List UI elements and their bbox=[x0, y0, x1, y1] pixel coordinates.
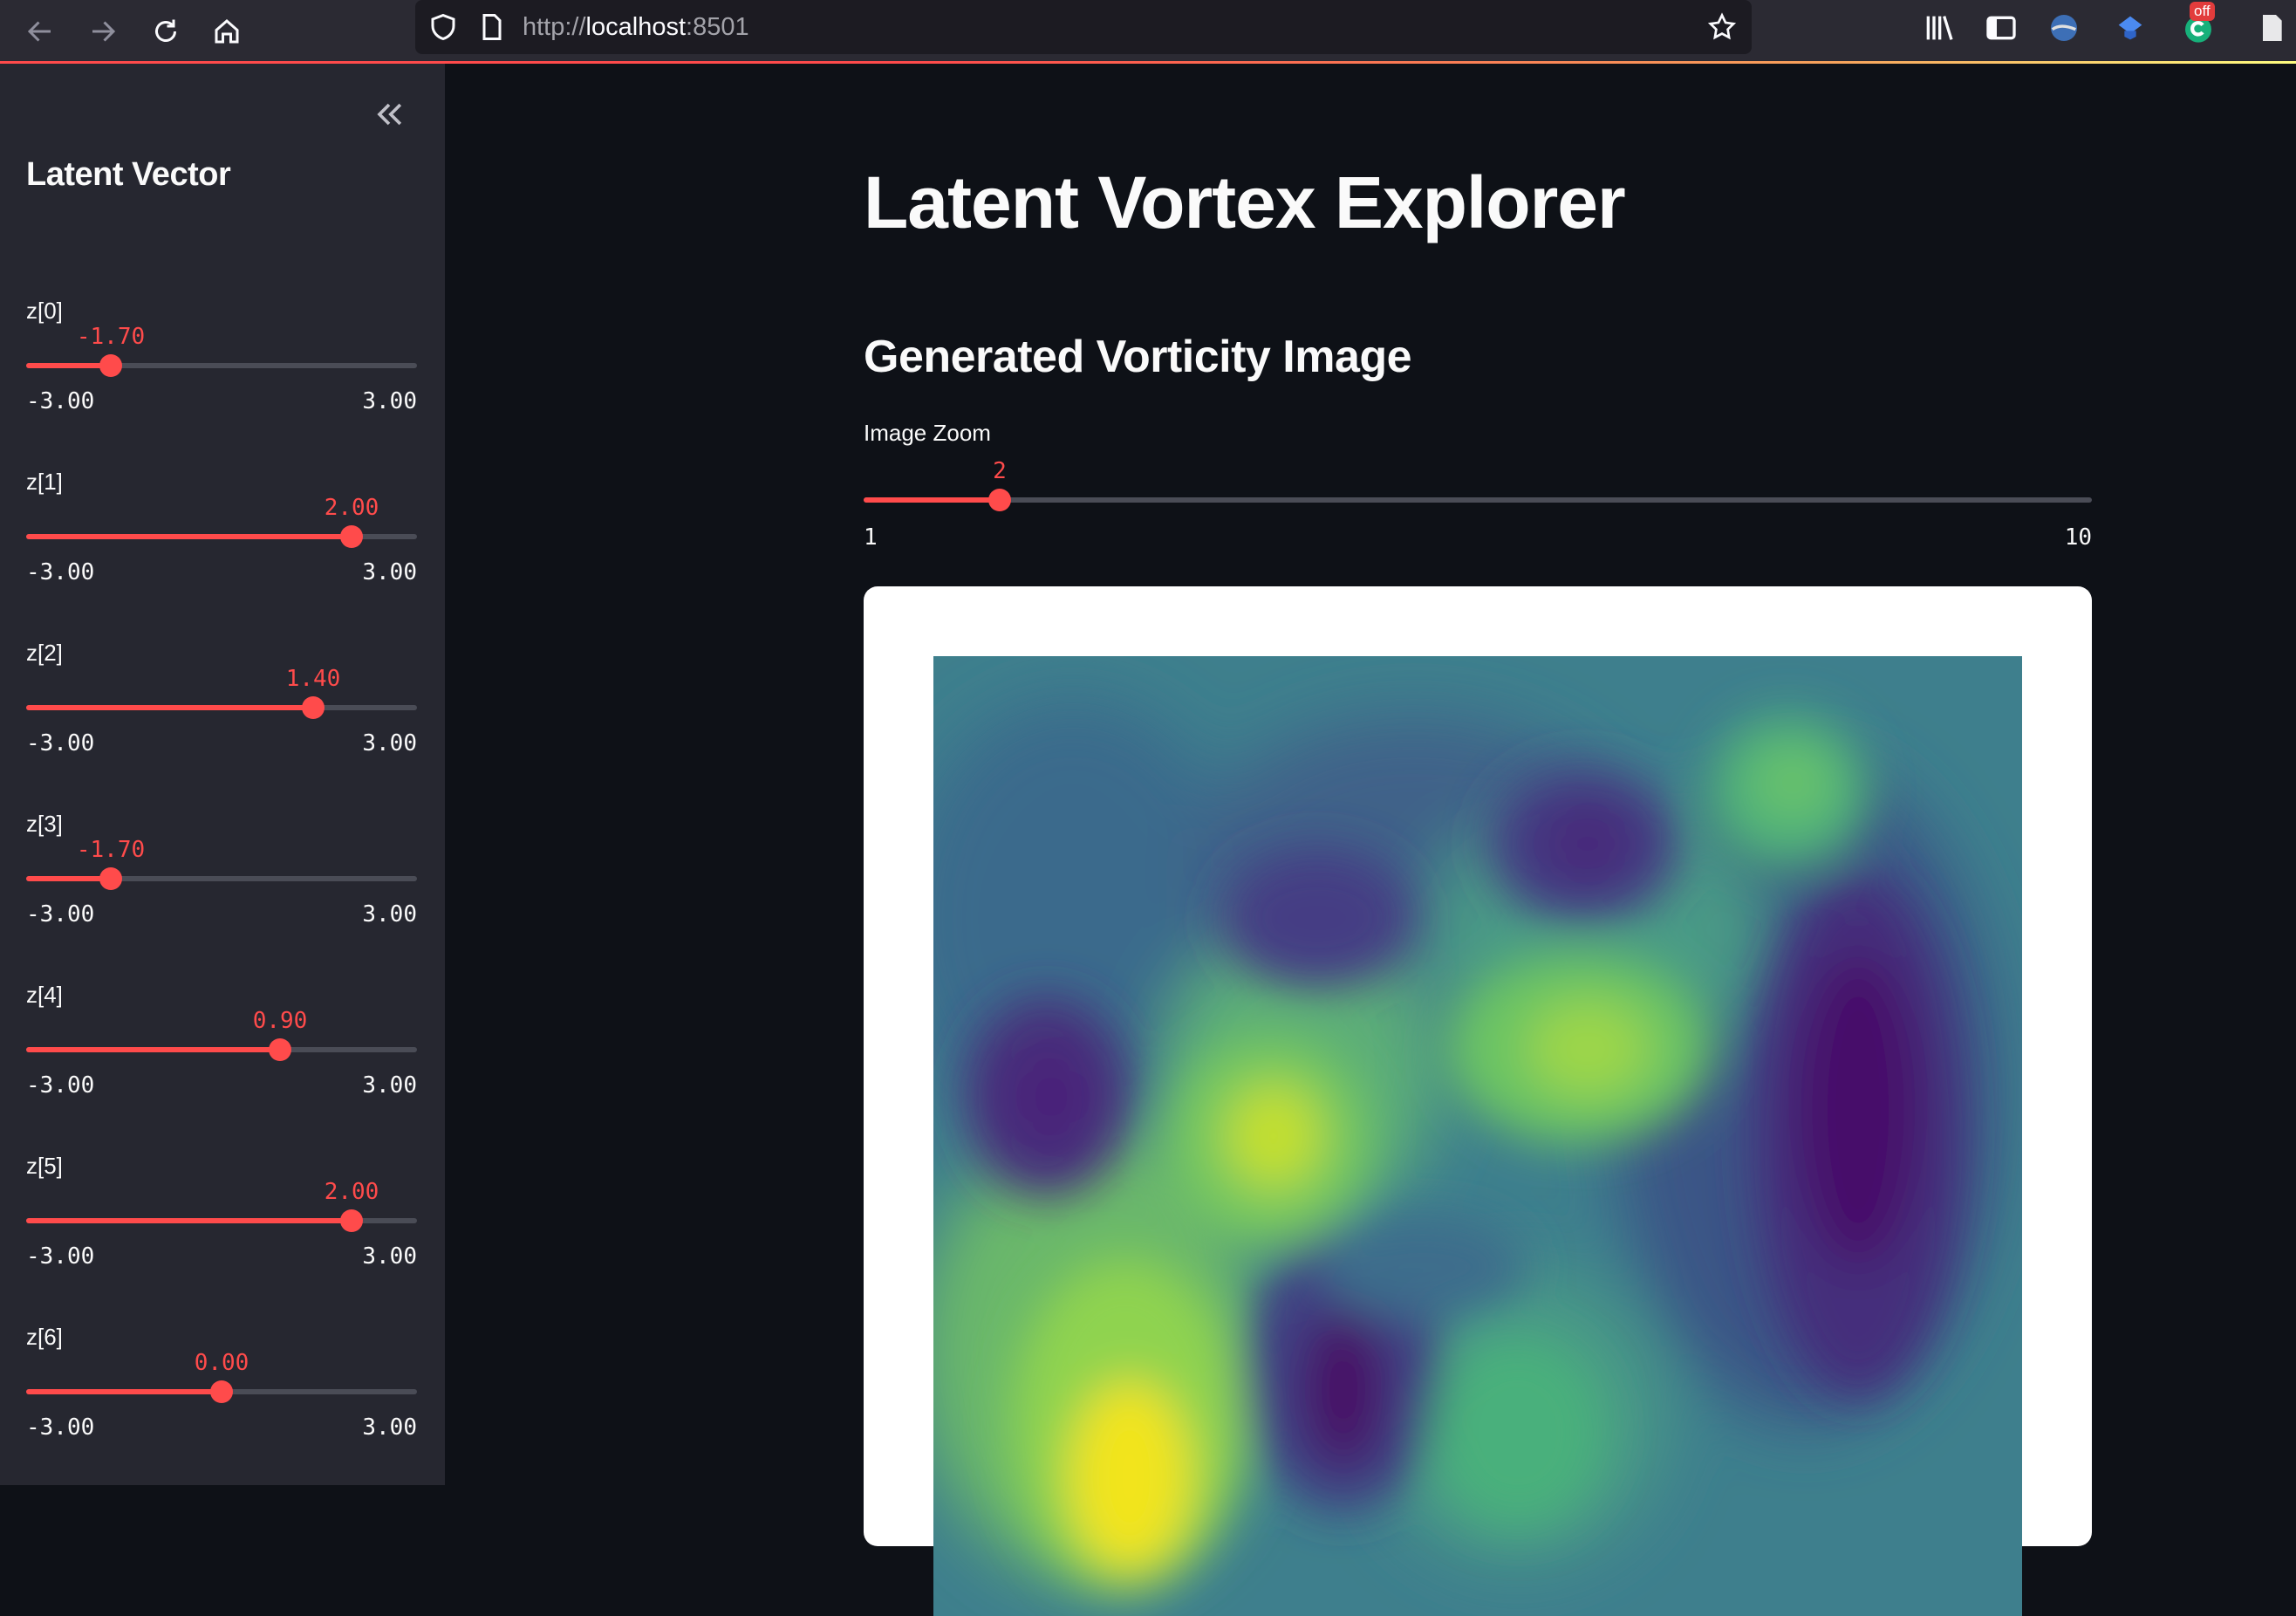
slider-label: z[2] bbox=[26, 640, 63, 666]
slider-label: z[6] bbox=[26, 1324, 63, 1350]
slider-max-label: 3.00 bbox=[362, 1414, 417, 1441]
latent-slider-z0: z[0] -1.70 -3.00 3.00 bbox=[26, 297, 417, 454]
slider-value: 0.00 bbox=[194, 1350, 249, 1376]
slider-label: Image Zoom bbox=[864, 420, 991, 446]
slider-fill bbox=[864, 497, 1000, 503]
slider-value: -1.70 bbox=[76, 324, 146, 350]
slider-max-label: 3.00 bbox=[362, 1072, 417, 1099]
slider-max-label: 3.00 bbox=[362, 388, 417, 414]
slider-value: 2 bbox=[993, 458, 1007, 484]
slider-track[interactable]: -1.70 bbox=[26, 837, 417, 890]
reader-icon[interactable] bbox=[2254, 10, 2289, 45]
slider-value: 2.00 bbox=[324, 495, 379, 521]
slider-fill bbox=[26, 1389, 222, 1394]
slider-value: 2.00 bbox=[324, 1179, 379, 1205]
address-bar[interactable]: http://localhost:8501 bbox=[415, 0, 1752, 54]
slider-thumb[interactable] bbox=[99, 354, 122, 377]
url-host: localhost bbox=[585, 13, 687, 41]
sidebar-title: Latent Vector bbox=[26, 156, 231, 193]
slider-value: 0.90 bbox=[252, 1008, 308, 1034]
section-subheader: Generated Vorticity Image bbox=[864, 332, 1412, 382]
latent-slider-z5: z[5] 2.00 -3.00 3.00 bbox=[26, 1152, 417, 1309]
extension-icon[interactable] bbox=[2113, 10, 2148, 45]
slider-track[interactable]: 2 bbox=[864, 458, 2092, 511]
url-scheme: http:// bbox=[523, 13, 586, 41]
slider-thumb[interactable] bbox=[269, 1038, 291, 1061]
latent-slider-z1: z[1] 2.00 -3.00 3.00 bbox=[26, 468, 417, 625]
slider-thumb[interactable] bbox=[340, 525, 363, 548]
slider-label: z[0] bbox=[26, 298, 63, 324]
slider-min-label: -3.00 bbox=[26, 1414, 95, 1441]
slider-track[interactable]: 0.90 bbox=[26, 1008, 417, 1061]
url-text[interactable]: http://localhost:8501 bbox=[523, 11, 749, 43]
page-title: Latent Vortex Explorer bbox=[864, 161, 1626, 243]
slider-thumb[interactable] bbox=[210, 1380, 233, 1403]
slider-fill bbox=[26, 363, 111, 368]
latent-slider-z4: z[4] 0.90 -3.00 3.00 bbox=[26, 981, 417, 1138]
slider-max-label: 10 bbox=[2064, 524, 2092, 551]
slider-fill bbox=[26, 1218, 352, 1223]
slider-thumb[interactable] bbox=[988, 489, 1011, 511]
star-icon[interactable] bbox=[1706, 11, 1738, 43]
slider-min-label: -3.00 bbox=[26, 559, 95, 585]
extension-icon[interactable] bbox=[2047, 10, 2081, 45]
slider-track[interactable]: 2.00 bbox=[26, 495, 417, 548]
slider-track[interactable]: -1.70 bbox=[26, 324, 417, 377]
browser-toolbar: http://localhost:8501 off bbox=[0, 0, 2296, 63]
slider-min-label: 1 bbox=[864, 524, 878, 551]
forward-arrow-icon[interactable] bbox=[80, 9, 126, 54]
latent-slider-z3: z[3] -1.70 -3.00 3.00 bbox=[26, 810, 417, 967]
slider-max-label: 3.00 bbox=[362, 1243, 417, 1270]
slider-min-label: -3.00 bbox=[26, 1243, 95, 1270]
slider-label: z[3] bbox=[26, 811, 63, 837]
slider-fill bbox=[26, 534, 352, 539]
page-icon[interactable] bbox=[476, 11, 508, 43]
slider-track[interactable]: 1.40 bbox=[26, 666, 417, 719]
slider-label: z[5] bbox=[26, 1153, 63, 1179]
image-container bbox=[864, 586, 2092, 1616]
shield-icon[interactable] bbox=[427, 11, 459, 43]
latent-slider-z2: z[2] 1.40 -3.00 3.00 bbox=[26, 639, 417, 796]
slider-min-label: -3.00 bbox=[26, 730, 95, 757]
slider-thumb[interactable] bbox=[99, 867, 122, 890]
slider-min-label: -3.00 bbox=[26, 901, 95, 928]
slider-label: z[4] bbox=[26, 982, 63, 1008]
slider-fill bbox=[26, 1047, 280, 1052]
slider-fill bbox=[26, 705, 313, 710]
slider-min-label: -3.00 bbox=[26, 388, 95, 414]
url-port: :8501 bbox=[686, 13, 749, 41]
slider-fill bbox=[26, 876, 111, 881]
slider-value: -1.70 bbox=[76, 837, 146, 863]
slider-label: z[1] bbox=[26, 469, 63, 495]
slider-min-label: -3.00 bbox=[26, 1072, 95, 1099]
extension-off-badge: off bbox=[2190, 2, 2215, 21]
slider-thumb[interactable] bbox=[302, 696, 325, 719]
reload-icon[interactable] bbox=[143, 9, 188, 54]
slider-max-label: 3.00 bbox=[362, 559, 417, 585]
vorticity-image bbox=[933, 656, 2022, 1616]
home-icon[interactable] bbox=[204, 9, 249, 54]
double-chevron-left-icon[interactable] bbox=[370, 95, 408, 134]
slider-max-label: 3.00 bbox=[362, 730, 417, 757]
back-arrow-icon[interactable] bbox=[17, 9, 63, 54]
slider-track[interactable]: 2.00 bbox=[26, 1179, 417, 1232]
latent-slider-z6: z[6] 0.00 -3.00 3.00 bbox=[26, 1323, 417, 1480]
image-zoom-slider: Image Zoom 2 1 10 bbox=[864, 419, 2092, 558]
slider-thumb[interactable] bbox=[340, 1209, 363, 1232]
library-icon[interactable] bbox=[1921, 10, 1956, 45]
slider-max-label: 3.00 bbox=[362, 901, 417, 928]
slider-track[interactable]: 0.00 bbox=[26, 1350, 417, 1403]
sidebar-toggle-icon[interactable] bbox=[1984, 10, 2019, 45]
slider-value: 1.40 bbox=[285, 666, 341, 692]
